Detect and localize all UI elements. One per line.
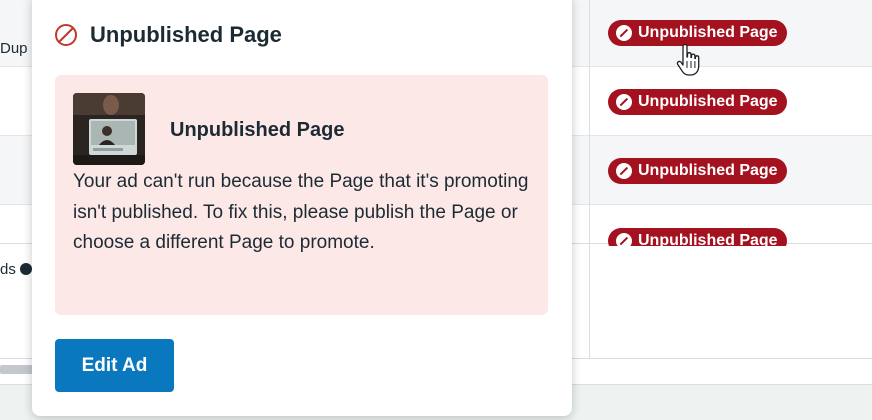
row-text: ds (0, 261, 32, 278)
status-badge[interactable]: Unpublished Page (608, 89, 787, 115)
status-badge[interactable]: Unpublished Page (608, 228, 787, 246)
ban-icon (616, 94, 632, 110)
status-badge-label: Unpublished Page (638, 24, 778, 41)
ban-icon (616, 233, 632, 246)
column-divider (589, 0, 590, 358)
error-panel: Unpublished Page Your ad can't run becau… (55, 75, 548, 315)
info-icon[interactable] (19, 263, 32, 275)
status-badge-label: Unpublished Page (638, 162, 778, 179)
error-description: Your ad can't run because the Page that … (73, 171, 529, 253)
status-badge-clipped: Unpublished Page (600, 225, 820, 246)
row-text: Dup (0, 40, 28, 57)
ban-icon (616, 25, 632, 41)
error-popover: Unpublished Page Unpublished Page Your a… (32, 0, 572, 416)
status-badge-label: Unpublished Page (638, 93, 778, 110)
popover-header: Unpublished Page (54, 22, 282, 48)
ban-icon (55, 24, 77, 46)
status-badge-label: Unpublished Page (638, 232, 778, 246)
status-badge[interactable]: Unpublished Page (608, 158, 787, 184)
error-panel-title: Unpublished Page (170, 119, 345, 141)
popover-title: Unpublished Page (90, 22, 282, 47)
row-label: ds (0, 261, 16, 278)
page-thumbnail (73, 93, 145, 165)
edit-ad-button[interactable]: Edit Ad (55, 339, 174, 392)
ban-icon (616, 163, 632, 179)
hand-cursor-icon (676, 44, 700, 76)
status-badge[interactable]: Unpublished Page (608, 20, 787, 46)
